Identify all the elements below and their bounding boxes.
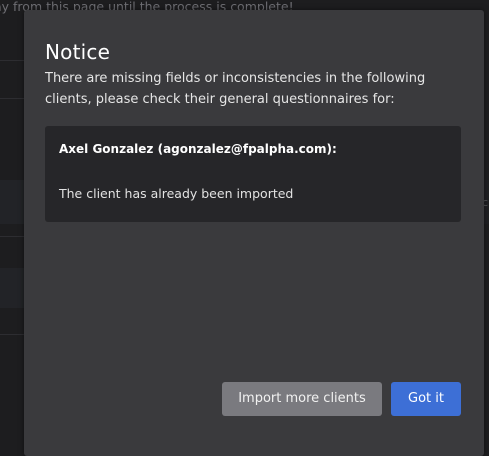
- got-it-button[interactable]: Got it: [391, 382, 461, 416]
- page: ay from this page until the process is c…: [0, 0, 489, 456]
- background-row: [0, 180, 24, 224]
- background-divider: [0, 236, 24, 237]
- background-divider: [0, 98, 24, 99]
- client-name-email: Axel Gonzalez (agonzalez@fpalpha.com):: [59, 142, 337, 156]
- background-divider: [0, 334, 24, 335]
- dialog-title: Notice: [45, 40, 111, 64]
- dialog-description: There are missing fields or inconsistenc…: [45, 71, 426, 107]
- client-issue-card: Axel Gonzalez (agonzalez@fpalpha.com): T…: [45, 126, 461, 222]
- background-divider: [0, 60, 24, 61]
- notice-dialog: Notice There are missing fields or incon…: [24, 10, 484, 456]
- background-row: [0, 268, 24, 308]
- issue-message: The client has already been imported: [59, 186, 294, 201]
- import-more-clients-button[interactable]: Import more clients: [222, 382, 382, 416]
